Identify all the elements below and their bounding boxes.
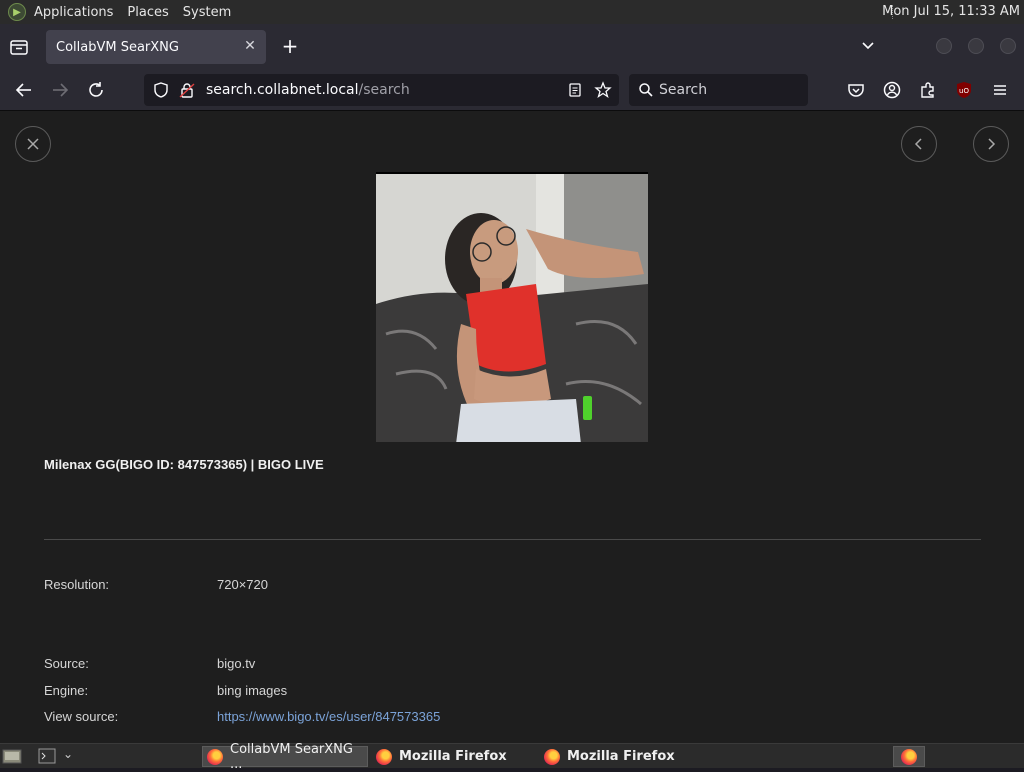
engine-value: bing images — [217, 683, 288, 698]
new-tab-button[interactable]: + — [280, 35, 300, 57]
pocket-icon[interactable] — [845, 79, 867, 101]
tab-title: CollabVM SearXNG — [56, 39, 179, 55]
firefox-icon — [544, 748, 560, 765]
navigation-bar: search.collabnet.local/search Search uO — [0, 69, 1024, 111]
ublock-origin-icon[interactable]: uO — [953, 79, 975, 101]
forward-arrow-icon[interactable] — [49, 79, 71, 101]
engine-label: Engine: — [44, 683, 89, 698]
close-tab-icon[interactable]: ✕ — [242, 38, 258, 54]
lock-icon[interactable] — [178, 81, 196, 103]
bottom-taskbar: ⌄ CollabVM SearXNG ... Mozilla Firefox M… — [0, 742, 1024, 772]
page-content: Milenax GG(BIGO ID: 847573365) | BIGO LI… — [0, 111, 1024, 743]
url-path: /search — [358, 82, 410, 98]
extensions-puzzle-icon[interactable] — [917, 79, 939, 101]
search-placeholder: Search — [659, 82, 708, 98]
next-image-button[interactable] — [973, 126, 1009, 162]
divider — [44, 539, 981, 540]
tab-strip: CollabVM SearXNG ✕ + — [0, 24, 1024, 69]
menu-applications[interactable]: Applications — [34, 5, 113, 20]
search-bar[interactable]: Search — [629, 74, 808, 106]
menu-places[interactable]: Places — [127, 5, 168, 20]
url-host: search.collabnet.local — [206, 82, 359, 98]
minimize-button[interactable] — [936, 38, 952, 54]
workspace-switcher[interactable] — [893, 746, 925, 767]
close-window-button[interactable] — [1000, 38, 1016, 54]
svg-text:uO: uO — [959, 87, 969, 95]
chevron-left-icon — [914, 138, 922, 150]
task-label: Mozilla Firefox — [567, 749, 675, 764]
resolution-value: 720×720 — [217, 577, 268, 592]
chevron-down-icon[interactable] — [859, 37, 877, 55]
firefox-icon — [901, 748, 917, 765]
terminal-icon[interactable] — [38, 748, 56, 768]
close-icon — [27, 138, 39, 150]
result-image[interactable] — [376, 172, 648, 442]
hamburger-menu-icon[interactable] — [989, 79, 1011, 101]
view-source-link[interactable]: https://www.bigo.tv/es/user/847573365 — [217, 709, 440, 724]
task-mozilla-firefox-1[interactable]: Mozilla Firefox — [372, 746, 536, 767]
firefox-view-icon[interactable] — [8, 36, 30, 58]
clock[interactable]: Mon Jul 15, 11:33 AM — [882, 4, 1020, 19]
search-icon — [638, 82, 654, 102]
account-icon[interactable] — [881, 79, 903, 101]
bookmark-star-icon[interactable] — [594, 81, 612, 103]
previous-image-button[interactable] — [901, 126, 937, 162]
firefox-icon — [376, 748, 392, 765]
shield-icon[interactable] — [152, 81, 170, 103]
address-bar[interactable]: search.collabnet.local/search — [144, 74, 619, 106]
reload-icon[interactable] — [85, 79, 107, 101]
menu-system[interactable]: System — [183, 5, 231, 20]
mate-logo-icon[interactable]: ▶ — [8, 3, 26, 21]
chevron-right-icon — [988, 138, 996, 150]
view-source-label: View source: — [44, 709, 119, 724]
result-title: Milenax GG(BIGO ID: 847573365) | BIGO LI… — [44, 457, 324, 472]
resolution-label: Resolution: — [44, 577, 110, 592]
task-mozilla-firefox-2[interactable]: Mozilla Firefox — [540, 746, 704, 767]
close-detail-button[interactable] — [15, 126, 51, 162]
url-text[interactable]: search.collabnet.local/search — [206, 82, 410, 98]
system-panel: ▶ Applications Places System Mon Jul 15,… — [0, 0, 1024, 24]
source-label: Source: — [44, 656, 89, 671]
back-arrow-icon[interactable] — [13, 79, 35, 101]
task-collabvm-searxng[interactable]: CollabVM SearXNG ... — [202, 742, 368, 772]
launcher-arrow-icon[interactable]: ⌄ — [63, 747, 73, 761]
task-label: Mozilla Firefox — [399, 749, 507, 764]
show-desktop-icon[interactable] — [2, 747, 22, 769]
task-label: CollabVM SearXNG ... — [230, 741, 353, 772]
reader-view-icon[interactable] — [566, 81, 584, 103]
source-value: bigo.tv — [217, 656, 256, 671]
tab-searxng[interactable]: CollabVM SearXNG ✕ — [46, 30, 266, 64]
firefox-icon — [207, 748, 223, 765]
maximize-button[interactable] — [968, 38, 984, 54]
